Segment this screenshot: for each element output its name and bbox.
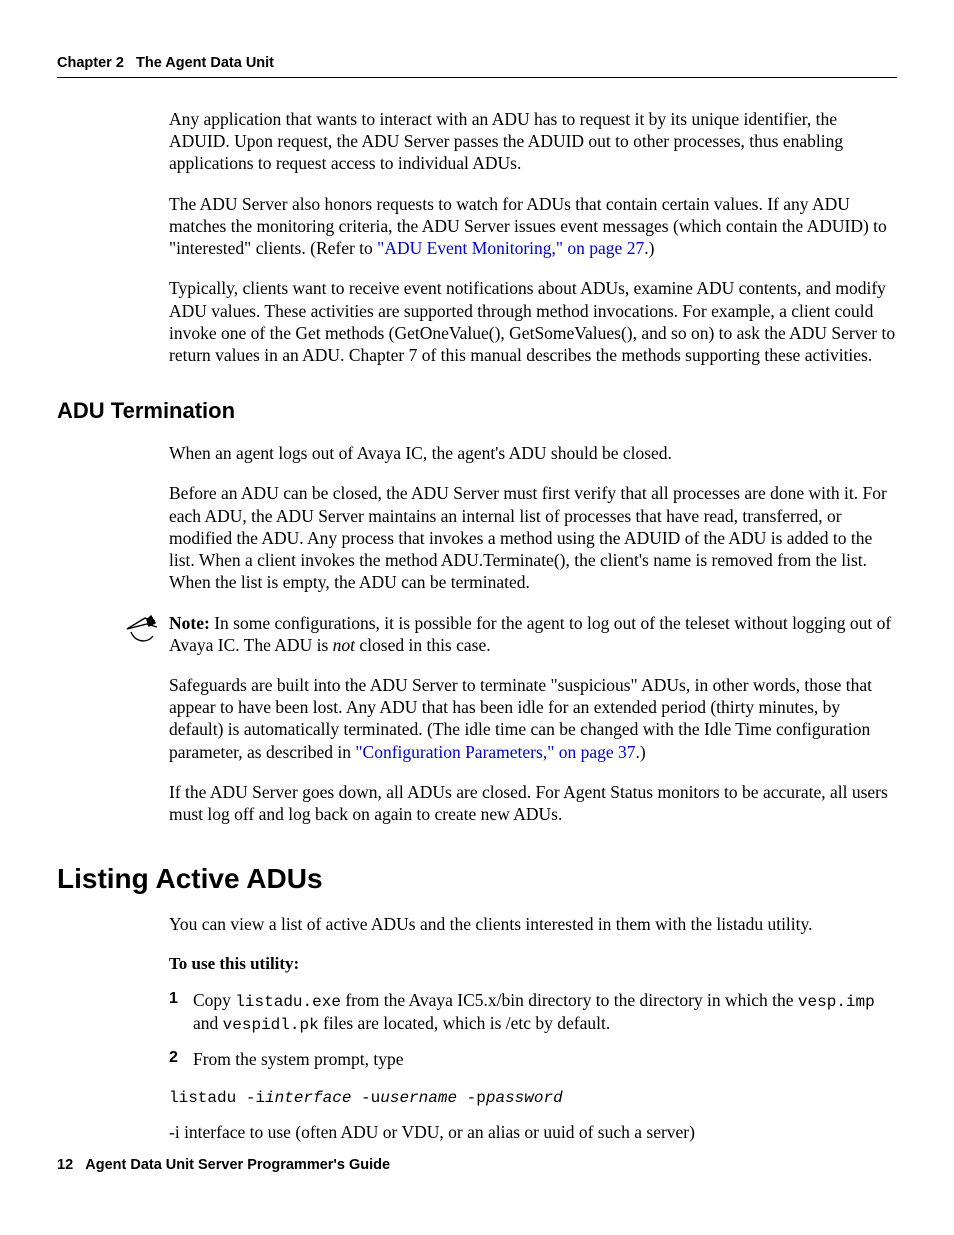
instruction-label: To use this utility:: [169, 953, 897, 975]
crossref-link[interactable]: "ADU Event Monitoring," on page 27: [377, 238, 644, 258]
section-heading-listing: Listing Active ADUs: [57, 863, 897, 895]
section-heading-termination: ADU Termination: [57, 398, 897, 424]
text-run: closed in this case.: [355, 635, 491, 655]
guide-name: Agent Data Unit Server Programmer's Guid…: [85, 1157, 390, 1173]
command-line: listadu -iinterface -uusername -ppasswor…: [169, 1086, 897, 1107]
code-text: vespidl.pk: [223, 1016, 319, 1034]
code-text: -u: [351, 1089, 380, 1107]
body-paragraph: Safeguards are built into the ADU Server…: [169, 674, 897, 763]
code-arg: password: [486, 1089, 563, 1107]
code-text: vesp.imp: [798, 993, 875, 1011]
note-icon: [125, 612, 169, 648]
note-label: Note:: [169, 613, 210, 633]
step-number: 2: [169, 1048, 193, 1070]
body-paragraph: -i interface to use (often ADU or VDU, o…: [169, 1121, 897, 1143]
text-run: from the Avaya IC5.x/bin directory to th…: [341, 990, 798, 1010]
code-arg: interface: [265, 1089, 351, 1107]
body-paragraph: The ADU Server also honors requests to w…: [169, 193, 897, 260]
code-arg: username: [380, 1089, 457, 1107]
text-run: and: [193, 1013, 223, 1033]
text-run: files are located, which is /etc by defa…: [319, 1013, 611, 1033]
step-item: 2 From the system prompt, type: [169, 1048, 897, 1070]
text-run: Copy: [193, 990, 235, 1010]
page-footer: 12 Agent Data Unit Server Programmer's G…: [57, 1157, 390, 1173]
body-paragraph: You can view a list of active ADUs and t…: [169, 913, 897, 935]
chapter-label: Chapter 2: [57, 55, 124, 71]
code-text: -p: [457, 1089, 486, 1107]
body-paragraph: Before an ADU can be closed, the ADU Ser…: [169, 482, 897, 593]
code-text: listadu.exe: [235, 993, 341, 1011]
step-text: Copy listadu.exe from the Avaya IC5.x/bi…: [193, 989, 897, 1036]
body-paragraph: If the ADU Server goes down, all ADUs ar…: [169, 781, 897, 825]
text-run: In some configurations, it is possible f…: [169, 613, 891, 655]
step-item: 1 Copy listadu.exe from the Avaya IC5.x/…: [169, 989, 897, 1036]
note-paragraph: Note: In some configurations, it is poss…: [169, 612, 897, 656]
emphasis: not: [333, 635, 355, 655]
crossref-link[interactable]: "Configuration Parameters," on page 37: [355, 742, 635, 762]
step-number: 1: [169, 989, 193, 1036]
page-header: Chapter 2 The Agent Data Unit: [57, 55, 897, 78]
body-paragraph: Typically, clients want to receive event…: [169, 277, 897, 366]
page-number: 12: [57, 1157, 73, 1173]
text-run: .): [644, 238, 654, 258]
body-paragraph: Any application that wants to interact w…: [169, 108, 897, 175]
chapter-title: The Agent Data Unit: [136, 55, 274, 71]
step-text: From the system prompt, type: [193, 1048, 897, 1070]
code-text: listadu -i: [169, 1089, 265, 1107]
body-paragraph: When an agent logs out of Avaya IC, the …: [169, 442, 897, 464]
text-run: .): [636, 742, 646, 762]
